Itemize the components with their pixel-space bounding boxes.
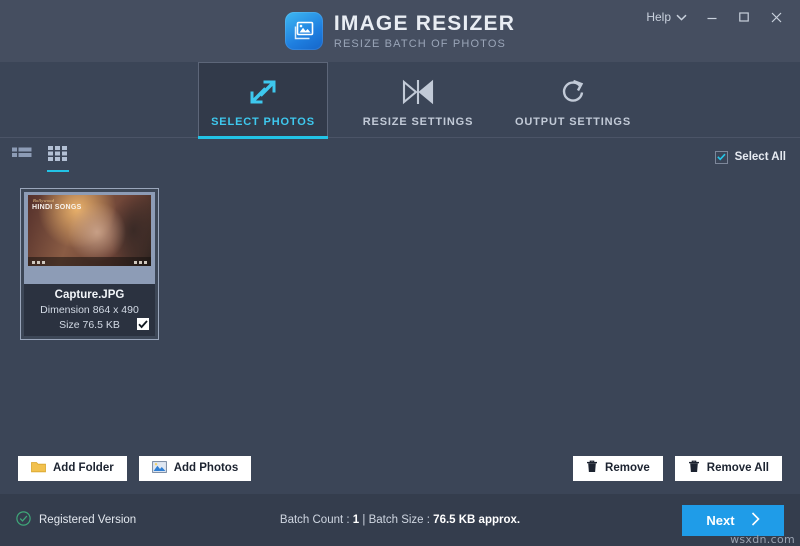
tab-output-settings[interactable]: OUTPUT SETTINGS [508, 62, 638, 138]
registered-label: Registered Version [39, 514, 136, 526]
remove-all-label: Remove All [707, 462, 769, 474]
tab-output-settings-label: OUTPUT SETTINGS [515, 116, 631, 128]
status-bar: Registered Version Batch Count : 1 | Bat… [0, 494, 800, 546]
help-label: Help [646, 10, 671, 24]
title-bar: IMAGE RESIZER RESIZE BATCH OF PHOTOS Hel… [0, 0, 800, 62]
add-folder-button[interactable]: Add Folder [18, 456, 127, 481]
add-folder-label: Add Folder [53, 462, 114, 474]
batch-size-value: 76.5 KB approx. [433, 514, 520, 526]
tab-select-photos[interactable]: SELECT PHOTOS [198, 62, 328, 138]
photo-size: Size 76.5 KB [59, 319, 120, 331]
photo-file-name: Capture.JPG [30, 289, 149, 301]
batch-separator: | [362, 514, 365, 526]
maximize-button[interactable] [729, 3, 759, 31]
tab-select-photos-label: SELECT PHOTOS [211, 116, 315, 128]
app-subtitle: RESIZE BATCH OF PHOTOS [334, 39, 515, 50]
thumbnail-caption-small: Bollywood [33, 198, 54, 203]
close-button[interactable] [761, 3, 791, 31]
tab-resize-settings-label: RESIZE SETTINGS [363, 116, 474, 128]
photo-grid: Bollywood HINDI SONGS Capture.JPG Dimens… [0, 176, 800, 442]
thumbnail-dots-left [32, 261, 45, 264]
remove-label: Remove [605, 462, 650, 474]
app-title: IMAGE RESIZER [334, 13, 515, 34]
batch-summary: Batch Count : 1 | Batch Size : 76.5 KB a… [280, 514, 520, 526]
view-toggle-group [10, 143, 70, 172]
view-toolbar: Select All [0, 138, 800, 176]
add-photos-label: Add Photos [174, 462, 239, 474]
thumbnail-dots-right [134, 261, 147, 264]
tab-resize-settings[interactable]: RESIZE SETTINGS [353, 62, 483, 138]
window-controls: Help [638, 0, 791, 34]
help-menu-button[interactable]: Help [638, 5, 695, 29]
select-all-control[interactable]: Select All [715, 151, 786, 164]
folder-icon [31, 461, 46, 476]
batch-size-label: Batch Size : [369, 514, 430, 526]
tab-strip: SELECT PHOTOS RESIZE SETTINGS OUTPUT SET… [0, 62, 800, 138]
photos-icon [152, 461, 167, 476]
trash-icon [688, 460, 700, 476]
thumbnail-player-bar [28, 257, 151, 266]
trash-icon [586, 460, 598, 476]
next-button[interactable]: Next [682, 505, 784, 536]
app-brand: IMAGE RESIZER RESIZE BATCH OF PHOTOS [285, 12, 515, 50]
photo-card-info: Capture.JPG Dimension 864 x 490 Size 76.… [24, 284, 155, 336]
photo-thumbnail-frame: Bollywood HINDI SONGS [24, 192, 155, 266]
photo-dimension: Dimension 864 x 490 [30, 304, 149, 316]
select-all-label: Select All [735, 151, 786, 163]
batch-count-value: 1 [353, 514, 359, 526]
registration-status: Registered Version [16, 511, 136, 529]
remove-all-button[interactable]: Remove All [675, 456, 782, 481]
select-all-checkbox[interactable] [715, 151, 728, 164]
mirror-arrows-icon [401, 76, 435, 106]
photo-card[interactable]: Bollywood HINDI SONGS Capture.JPG Dimens… [20, 188, 159, 340]
grid-view-button[interactable] [46, 143, 70, 172]
image-resizer-window: IMAGE RESIZER RESIZE BATCH OF PHOTOS Hel… [0, 0, 800, 546]
action-bar: Add Folder Add Photos Remove [0, 442, 800, 494]
resize-arrows-icon [248, 76, 278, 106]
batch-count-label: Batch Count : [280, 514, 350, 526]
remove-button[interactable]: Remove [573, 456, 663, 481]
thumbnail-caption-large: HINDI SONGS [32, 204, 82, 211]
photo-thumbnail-image: Bollywood HINDI SONGS [28, 195, 151, 266]
photo-card-strip [24, 266, 155, 284]
chevron-down-icon [676, 10, 687, 24]
site-watermark: wsxdn.com [730, 533, 795, 546]
add-photos-button[interactable]: Add Photos [139, 456, 252, 481]
refresh-circle-icon [559, 76, 587, 106]
chevron-right-icon [751, 512, 760, 529]
photo-select-checkbox[interactable] [137, 318, 149, 330]
minimize-button[interactable] [697, 3, 727, 31]
list-view-button[interactable] [10, 144, 34, 171]
next-label: Next [706, 513, 734, 528]
app-logo-icon [285, 12, 323, 50]
check-circle-icon [16, 511, 31, 529]
